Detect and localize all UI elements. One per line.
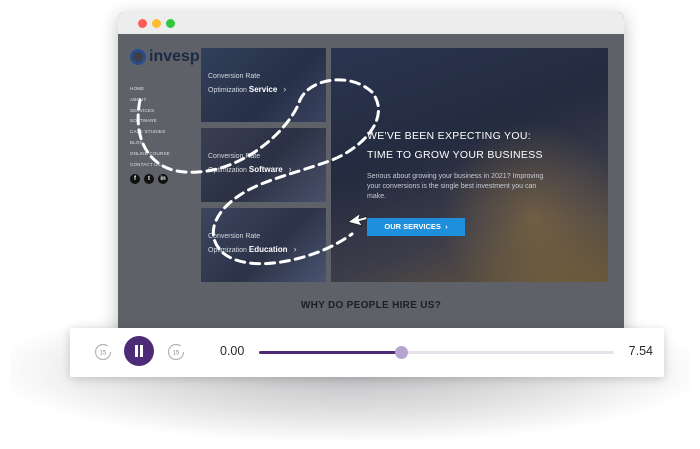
total-duration: 7.54 <box>628 344 653 358</box>
skip-forward-seconds: 15 <box>173 351 180 357</box>
skip-back-15-icon[interactable]: 15 <box>93 342 113 362</box>
pause-button[interactable] <box>124 336 154 366</box>
cursor-pointer-icon <box>347 212 368 227</box>
mouse-trail-overlay <box>136 78 380 266</box>
progress-handle[interactable] <box>395 346 408 359</box>
progress-track[interactable] <box>259 346 614 359</box>
progress-fill <box>259 351 401 354</box>
mouse-trail-path <box>136 78 380 266</box>
current-time: 0.00 <box>220 344 245 358</box>
skip-back-seconds: 15 <box>100 351 107 357</box>
replay-player-bar: 15 15 0.00 7.54 <box>70 328 664 377</box>
skip-forward-15-icon[interactable]: 15 <box>166 342 186 362</box>
